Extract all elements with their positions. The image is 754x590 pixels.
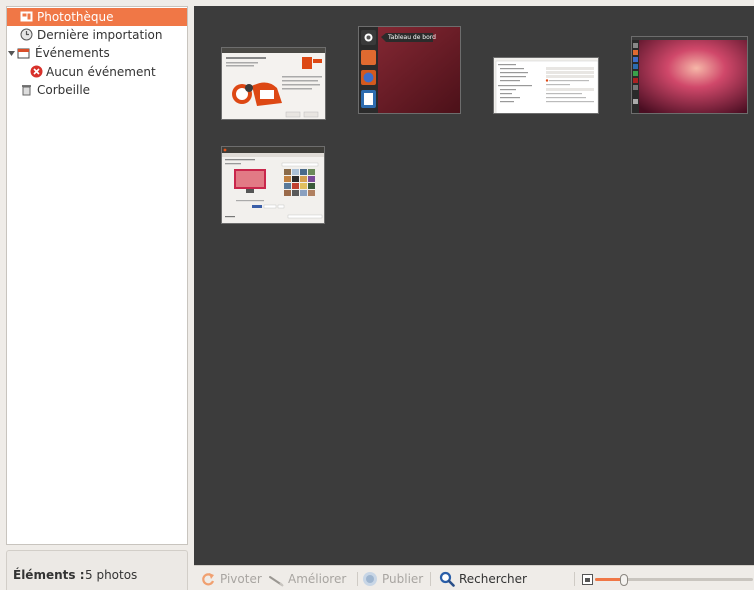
item-count-value: 5 photos: [85, 568, 138, 582]
photo-thumbnail[interactable]: [221, 146, 325, 224]
toolbar-separator: [574, 572, 575, 586]
rotate-icon: [202, 573, 215, 586]
appearance-settings-preview: [222, 147, 324, 223]
photo-grid[interactable]: Tableau de bord: [194, 6, 754, 565]
sidebar: Photothèque Dernière importation Événeme…: [0, 0, 194, 590]
photo-thumbnail[interactable]: Tableau de bord: [358, 26, 461, 114]
tooltip-label: Tableau de bord: [388, 34, 436, 41]
item-count-label: Éléments :: [13, 568, 85, 582]
library-icon: [20, 11, 33, 22]
events-icon: [17, 48, 30, 59]
search-button[interactable]: Rechercher: [439, 570, 531, 588]
toolbar-separator: [357, 572, 358, 586]
library-tree[interactable]: Photothèque Dernière importation Événeme…: [6, 6, 188, 545]
enhance-icon: [269, 576, 284, 587]
sidebar-item-label: Dernière importation: [37, 28, 163, 42]
clock-icon: [20, 28, 33, 41]
sidebar-item-label: Aucun événement: [46, 65, 156, 79]
zoom-slider[interactable]: [595, 574, 753, 586]
sidebar-item-no-events[interactable]: Aucun événement: [7, 63, 187, 81]
sidebar-item-label: Événements: [35, 46, 110, 60]
search-icon: [439, 571, 455, 587]
error-icon: [30, 65, 43, 78]
zoom-slider-handle[interactable]: [620, 574, 628, 586]
photo-thumbnail[interactable]: [631, 36, 748, 114]
photo-thumbnail[interactable]: [493, 57, 599, 114]
zoom-slider-fill: [595, 578, 623, 581]
sidebar-item-events[interactable]: Événements: [7, 44, 187, 62]
photo-thumbnail[interactable]: [221, 47, 326, 120]
sidebar-item-library[interactable]: Photothèque: [7, 8, 187, 26]
sidebar-item-label: Corbeille: [37, 83, 91, 97]
sidebar-item-label: Photothèque: [37, 10, 114, 24]
sidebar-item-last-import[interactable]: Dernière importation: [7, 26, 187, 44]
enhance-button[interactable]: Améliorer: [268, 570, 352, 588]
publish-button[interactable]: Publier: [362, 570, 424, 588]
publish-icon: [363, 572, 377, 586]
settings-list-preview: [494, 58, 598, 113]
zoom-out-icon[interactable]: [582, 574, 593, 585]
ubuntu-one-dialog-preview: [222, 48, 325, 119]
rotate-button[interactable]: Pivoter: [200, 570, 262, 588]
expander-down-icon[interactable]: [7, 49, 16, 58]
sidebar-item-trash[interactable]: Corbeille: [7, 81, 187, 99]
toolbar-separator: [430, 572, 431, 586]
bottom-toolbar: Pivoter Améliorer Publier Rechercher: [194, 565, 754, 590]
desktop-preview: [632, 37, 747, 113]
item-count-panel: Éléments : 5 photos: [6, 550, 188, 590]
trash-icon: [22, 85, 31, 96]
